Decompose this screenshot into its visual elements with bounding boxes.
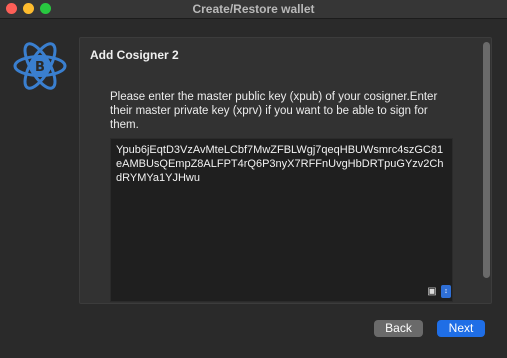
camera-icon[interactable]: ▣ (425, 286, 439, 297)
wizard-panel: Add Cosigner 2 Please enter the master p… (79, 37, 492, 304)
xpub-value: Ypub6jEqtD3VzAvMteLCbf7MwZFBLWgj7qeqHBUW… (116, 144, 444, 184)
scrollbar[interactable] (483, 42, 490, 278)
page-title: Add Cosigner 2 (90, 48, 179, 62)
title-bar: Create/Restore wallet (0, 0, 507, 19)
back-button[interactable]: Back (374, 320, 423, 337)
instructions-text: Please enter the master public key (xpub… (110, 91, 438, 131)
xpub-text-area[interactable]: Ypub6jEqtD3VzAvMteLCbf7MwZFBLWgj7qeqHBUW… (110, 138, 453, 302)
svg-text:B: B (35, 60, 45, 75)
window-title: Create/Restore wallet (192, 2, 315, 16)
electrum-bitcoin-logo-icon: B (13, 42, 67, 90)
next-button[interactable]: Next (437, 320, 485, 337)
qr-menu-icon[interactable]: ↕ (441, 285, 451, 298)
